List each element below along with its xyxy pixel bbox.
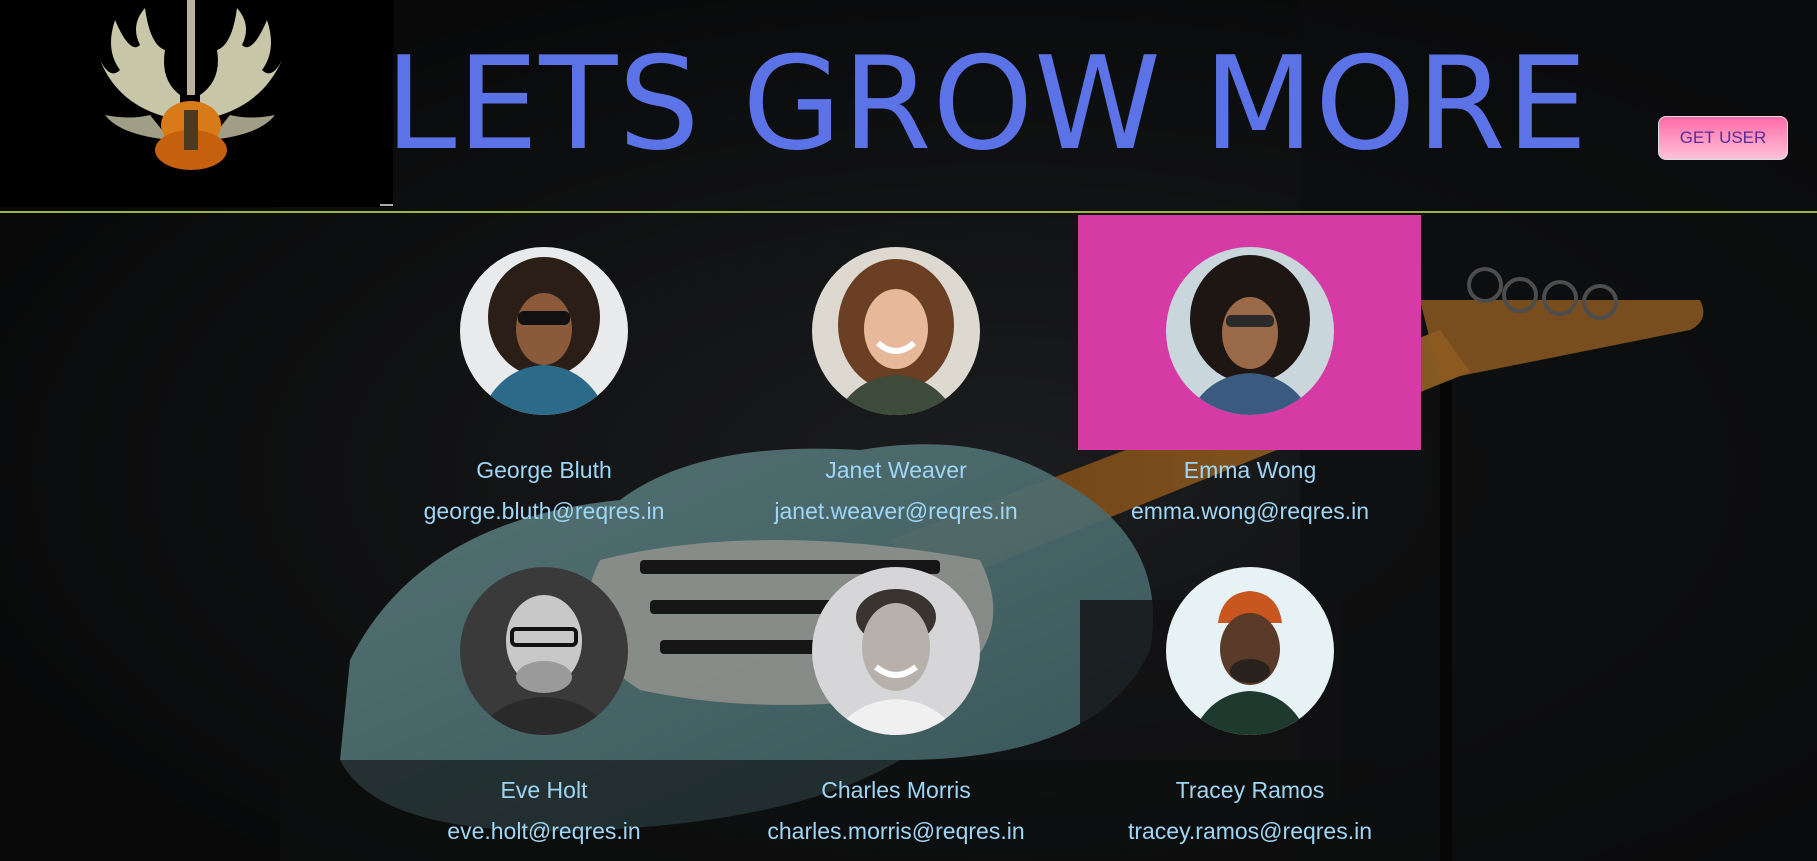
- avatar: [1166, 567, 1334, 735]
- user-card[interactable]: Tracey Ramos tracey.ramos@reqres.in: [1078, 535, 1422, 844]
- user-card[interactable]: Janet Weaver janet.weaver@reqres.in: [724, 215, 1068, 524]
- user-email: george.bluth@reqres.in: [423, 498, 665, 524]
- user-email: janet.weaver@reqres.in: [774, 498, 1018, 524]
- user-name: George Bluth: [476, 457, 612, 483]
- user-card[interactable]: Eve Holt eve.holt@reqres.in: [372, 535, 716, 844]
- user-card[interactable]: George Bluth george.bluth@reqres.in: [372, 215, 716, 524]
- user-name: Charles Morris: [821, 777, 971, 803]
- avatar: [1166, 247, 1334, 415]
- user-name: Eve Holt: [500, 777, 588, 803]
- avatar: [460, 247, 628, 415]
- avatar: [812, 567, 980, 735]
- user-name: Tracey Ramos: [1175, 777, 1325, 803]
- user-email: tracey.ramos@reqres.in: [1127, 818, 1373, 844]
- user-email: emma.wong@reqres.in: [1130, 498, 1370, 524]
- user-email: charles.morris@reqres.in: [767, 818, 1025, 844]
- user-name: Janet Weaver: [825, 457, 967, 483]
- user-card-selected[interactable]: Emma Wong emma.wong@reqres.in: [1078, 215, 1422, 524]
- avatar: [812, 247, 980, 415]
- user-card[interactable]: Charles Morris charles.morris@reqres.in: [724, 535, 1068, 844]
- user-name: Emma Wong: [1183, 457, 1317, 483]
- user-email: eve.holt@reqres.in: [447, 818, 641, 844]
- user-grid: George Bluth george.bluth@reqres.in Jane…: [0, 0, 1817, 861]
- avatar: [460, 567, 628, 735]
